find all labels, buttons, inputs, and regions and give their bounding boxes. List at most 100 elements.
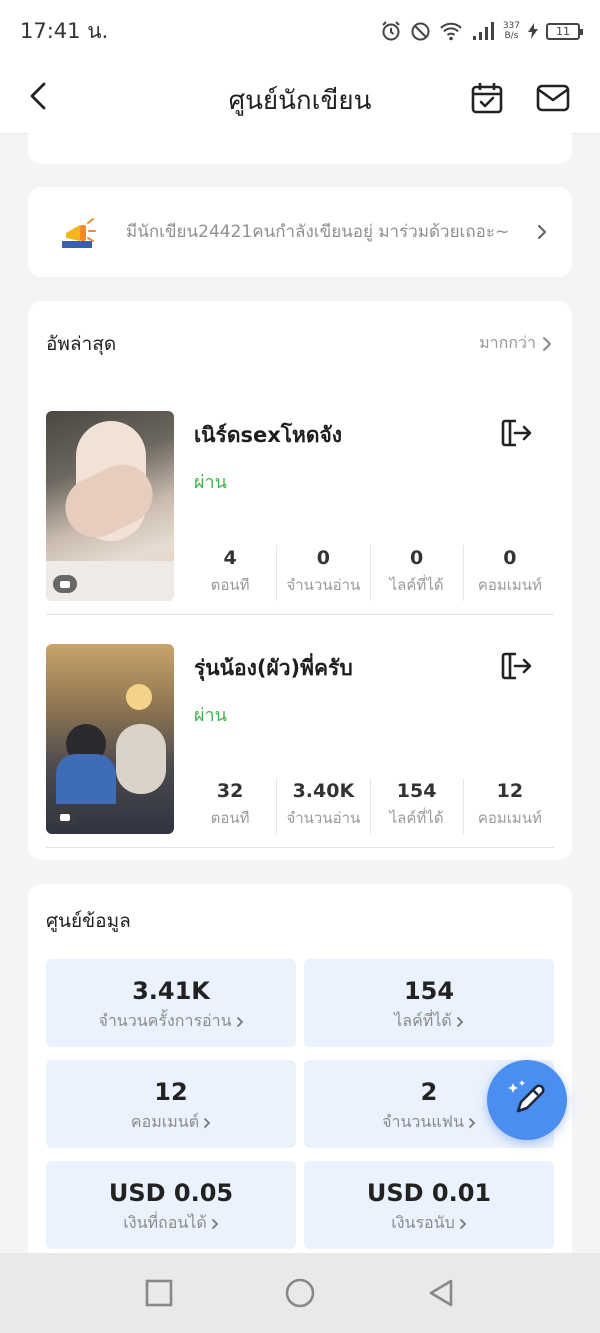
- charging-icon: [528, 23, 538, 39]
- mail-button[interactable]: [533, 78, 573, 118]
- export-icon: [501, 419, 532, 447]
- stat-reads: 3.40K จำนวนอ่าน: [277, 778, 371, 834]
- tile-label: คอมเมนต์: [131, 1110, 211, 1135]
- status-icons: 337 B/s 11: [380, 20, 583, 42]
- tile-label: จำนวนแฟน: [382, 1110, 476, 1135]
- stat-label: จำนวนอ่าน: [286, 576, 361, 594]
- story-cover[interactable]: [46, 411, 174, 601]
- chevron-right-icon: [537, 224, 547, 240]
- stat-episodes: 4 ตอนที: [184, 545, 278, 601]
- chevron-right-icon: [456, 1016, 464, 1027]
- tile-withdrawable[interactable]: USD 0.05 เงินที่ถอนได้: [46, 1161, 296, 1249]
- chevron-right-icon: [468, 1117, 476, 1128]
- story-title: เนิร์ดsexโหดจัง: [194, 423, 343, 447]
- stat-value: 12: [496, 780, 524, 802]
- calendar-check-icon: [471, 83, 503, 114]
- stat-value: 32: [216, 780, 244, 802]
- tile-label-text: ไลค์ที่ได้: [394, 1011, 452, 1030]
- tile-label-text: เงินที่ถอนได้: [123, 1213, 207, 1232]
- writers-banner[interactable]: มีนักเขียน24421คนกำลังเขียนอยู่ มาร่วมด้…: [28, 187, 572, 277]
- story-stats: 32 ตอนที 3.40K จำนวนอ่าน 154 ไลค์ที่ได้ 12 ค…: [184, 778, 556, 834]
- tile-comments[interactable]: 12 คอมเมนต์: [46, 1060, 296, 1148]
- stat-likes: 154 ไลค์ที่ได้: [371, 778, 464, 834]
- tile-label-text: จำนวนแฟน: [382, 1112, 464, 1131]
- megaphone-icon: [58, 211, 100, 253]
- story-stats: 4 ตอนที 0 จำนวนอ่าน 0 ไลค์ที่ได้ 0 คอมเมนท์: [184, 545, 556, 601]
- section-title-data: ศูนย์ข้อมูล: [46, 910, 131, 932]
- net-speed-value: 337: [502, 21, 520, 31]
- tile-pending[interactable]: USD 0.01 เงินรอนับ: [304, 1161, 554, 1249]
- tile-value: USD 0.05: [108, 1179, 234, 1207]
- stat-value: 154: [396, 780, 437, 802]
- tile-value: 12: [154, 1078, 188, 1106]
- story-item[interactable]: รุ่นน้อง(ผัว)พี่ครับ ผ่าน 32 ตอนที 3.40K จ…: [46, 644, 554, 848]
- chevron-right-icon: [543, 336, 551, 351]
- tile-value: 154: [403, 977, 455, 1005]
- tile-label-text: คอมเมนต์: [130, 1112, 200, 1131]
- alarm-icon: [382, 21, 400, 41]
- back-triangle-icon[interactable]: [427, 1278, 455, 1308]
- story-cover[interactable]: [46, 644, 174, 834]
- wifi-icon: [440, 22, 462, 41]
- data-tiles: 3.41K จำนวนครั้งการอ่าน 154 ไลค์ที่ได้ 1…: [46, 959, 554, 1249]
- stat-comments: 0 คอมเมนท์: [464, 545, 556, 601]
- data-center-section: ศูนย์ข้อมูล 3.41K จำนวนครั้งการอ่าน 154 …: [28, 884, 572, 1264]
- stat-label: คอมเมนท์: [477, 809, 542, 827]
- status-bar: 17:41 น. 337 B/s 11: [0, 0, 600, 62]
- more-link[interactable]: มากกว่า: [479, 331, 552, 356]
- status-time: 17:41 น.: [20, 18, 109, 43]
- comment-badge-icon: [53, 575, 77, 593]
- more-label: มากกว่า: [479, 333, 536, 352]
- mail-icon: [536, 84, 570, 112]
- section-title-updates: อัพล่าสุด: [46, 333, 117, 355]
- export-icon: [501, 652, 532, 680]
- stat-value: 0: [316, 547, 330, 569]
- tile-label: เงินที่ถอนได้: [123, 1211, 218, 1236]
- stat-likes: 0 ไลค์ที่ได้: [371, 545, 464, 601]
- pencil-sparkle-icon: [508, 1080, 545, 1113]
- tile-label-text: จำนวนครั้งการอ่าน: [98, 1011, 232, 1030]
- stat-comments: 12 คอมเมนท์: [464, 778, 556, 834]
- write-fab-button[interactable]: [487, 1060, 567, 1140]
- story-title: รุ่นน้อง(ผัว)พี่ครับ: [194, 656, 353, 680]
- open-story-button[interactable]: [498, 415, 534, 451]
- tile-value: USD 0.01: [366, 1179, 492, 1207]
- comment-badge-icon: [53, 808, 77, 826]
- story-status: ผ่าน: [194, 705, 227, 726]
- recent-apps-icon[interactable]: [145, 1279, 173, 1307]
- stat-value: 4: [223, 547, 237, 569]
- net-speed-unit: B/s: [504, 31, 519, 41]
- tile-label: เงินรอนับ: [391, 1211, 467, 1236]
- story-status: ผ่าน: [194, 472, 227, 493]
- tile-likes[interactable]: 154 ไลค์ที่ได้: [304, 959, 554, 1047]
- open-story-button[interactable]: [498, 648, 534, 684]
- chevron-right-icon: [459, 1218, 467, 1229]
- tile-label: ไลค์ที่ได้: [394, 1009, 464, 1034]
- banner-text: มีนักเขียน24421คนกำลังเขียนอยู่ มาร่วมด้…: [126, 222, 510, 242]
- stat-label: จำนวนอ่าน: [286, 809, 361, 827]
- stat-label: ตอนที: [210, 576, 250, 594]
- stat-reads: 0 จำนวนอ่าน: [277, 545, 371, 601]
- chevron-right-icon: [203, 1117, 211, 1128]
- tile-label: จำนวนครั้งการอ่าน: [98, 1009, 243, 1034]
- net-speed: 337 B/s: [503, 21, 520, 41]
- chevron-right-icon: [236, 1016, 243, 1027]
- do-not-disturb-icon: [411, 22, 430, 40]
- signal-icon: [472, 22, 494, 40]
- stat-episodes: 32 ตอนที: [184, 778, 278, 834]
- latest-updates-section: อัพล่าสุด มากกว่า เนิร์ดsexโหดจัง ผ่าน 4…: [28, 301, 572, 860]
- story-item[interactable]: เนิร์ดsexโหดจัง ผ่าน 4 ตอนที 0 จำนวนอ่าน 0…: [46, 411, 554, 615]
- tile-label-text: เงินรอนับ: [391, 1213, 455, 1232]
- tile-reads[interactable]: 3.41K จำนวนครั้งการอ่าน: [46, 959, 296, 1047]
- stat-label: ไลค์ที่ได้: [389, 576, 444, 594]
- stat-value: 0: [410, 547, 424, 569]
- stat-value: 0: [503, 547, 517, 569]
- calendar-button[interactable]: [467, 78, 507, 118]
- home-icon[interactable]: [284, 1277, 316, 1309]
- battery-indicator: 11: [546, 22, 583, 40]
- stat-label: ตอนที: [210, 809, 250, 827]
- stat-label: คอมเมนท์: [477, 576, 542, 594]
- system-nav-bar: [0, 1253, 600, 1333]
- tile-value: 3.41K: [132, 977, 210, 1005]
- top-card: [28, 120, 572, 164]
